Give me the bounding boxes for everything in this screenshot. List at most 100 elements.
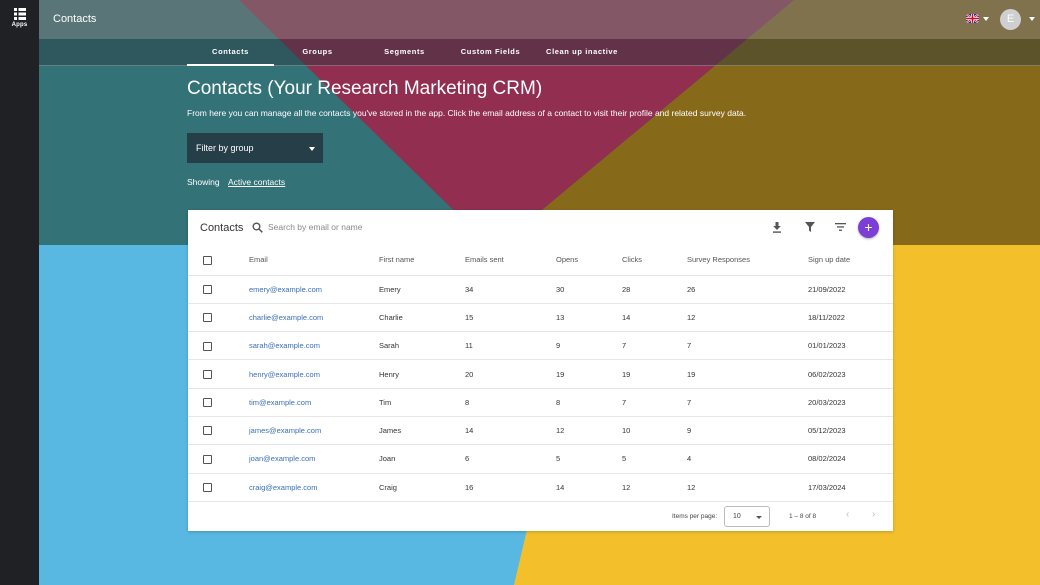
column-sign-up-date[interactable]: Sign up date [808,245,893,276]
clicks-cell: 5 [622,444,687,474]
items-per-page-select[interactable]: 10 [724,506,770,527]
apps-label: Apps [11,22,28,28]
survey-responses-cell: 9 [687,416,808,446]
app-title: Contacts [53,13,97,25]
emails-sent-cell: 15 [465,303,556,333]
contact-email-link[interactable]: james@example.com [249,426,321,435]
table-row[interactable]: henry@example.com Henry 20 19 19 19 06/02/2023 [188,359,893,389]
row-checkbox[interactable] [203,454,212,464]
tab-contacts[interactable]: Contacts [187,39,274,66]
survey-responses-cell: 26 [687,275,808,304]
emails-sent-cell: 34 [465,275,556,304]
tab-bar: Contacts Groups Segments Custom Fields C… [39,39,1040,66]
survey-responses-cell: 12 [687,303,808,333]
opens-cell: 8 [556,388,622,417]
email-cell: tim@example.com [249,388,379,417]
clicks-cell: 7 [622,388,687,417]
clicks-cell: 7 [622,331,687,361]
items-per-page-label: Items per page: [672,513,718,520]
survey-responses-cell: 7 [687,331,808,361]
filter-by-group-select[interactable]: Filter by group [187,133,323,163]
previous-page-icon[interactable]: ‹ [846,509,849,520]
table-row[interactable]: james@example.com James 14 12 10 9 05/12/2023 [188,416,893,446]
search-input[interactable] [268,220,418,234]
showing-status: Showing Active contacts [187,177,285,187]
download-icon[interactable] [772,222,782,233]
tab-custom-fields[interactable]: Custom Fields [447,39,534,66]
tab-segments[interactable]: Segments [361,39,448,66]
contact-email-link[interactable]: sarah@example.com [249,341,320,350]
contact-email-link[interactable]: tim@example.com [249,398,311,407]
left-rail: Apps [0,0,39,585]
contacts-table: Email First name Emails sent Opens Click… [188,245,893,502]
uk-flag-icon[interactable] [966,14,979,23]
table-row[interactable]: sarah@example.com Sarah 11 9 7 7 01/01/2023 [188,331,893,361]
first-name-cell: Tim [379,388,465,417]
contact-email-link[interactable]: craig@example.com [249,483,317,492]
add-contact-button[interactable]: + [858,217,879,238]
row-checkbox[interactable] [203,369,212,379]
sign-up-date-cell: 21/09/2022 [808,275,893,304]
row-checkbox-cell [188,416,249,446]
contact-email-link[interactable]: emery@example.com [249,285,322,294]
filter-label: Filter by group [196,143,254,153]
row-checkbox[interactable] [203,398,212,408]
clicks-cell: 28 [622,275,687,304]
tab-groups[interactable]: Groups [274,39,361,66]
column-survey-responses[interactable]: Survey Responses [687,245,808,276]
contact-email-link[interactable]: henry@example.com [249,370,320,379]
page-range-label: 1 – 8 of 8 [789,513,817,520]
column-clicks[interactable]: Clicks [622,245,687,276]
tab-clean-up-inactive[interactable]: Clean up inactive [533,39,631,66]
row-checkbox[interactable] [203,313,212,323]
language-caret-icon[interactable] [983,17,989,21]
column-emails-sent[interactable]: Emails sent [465,245,556,276]
clicks-cell: 14 [622,303,687,333]
survey-responses-cell: 19 [687,359,808,389]
clicks-cell: 19 [622,359,687,389]
user-avatar[interactable]: E [1000,9,1021,30]
table-header-row: Email First name Emails sent Opens Click… [188,245,893,276]
apps-button[interactable]: Apps [0,8,39,28]
column-opens[interactable]: Opens [556,245,622,276]
table-row[interactable]: charlie@example.com Charlie 15 13 14 12 18/11/… [188,303,893,333]
row-checkbox-cell [188,473,249,502]
next-page-icon[interactable]: › [872,509,875,520]
row-checkbox-cell [188,303,249,333]
sign-up-date-cell: 18/11/2022 [808,303,893,333]
account-caret-icon[interactable] [1029,17,1035,21]
opens-cell: 5 [556,444,622,474]
column-email[interactable]: Email [249,245,379,276]
emails-sent-cell: 6 [465,444,556,474]
apps-grid-icon [13,8,26,20]
active-contacts-link[interactable]: Active contacts [228,177,285,187]
filter-icon[interactable] [805,222,815,232]
top-bar: Contacts E [39,0,1040,39]
email-cell: sarah@example.com [249,331,379,361]
emails-sent-cell: 16 [465,473,556,502]
first-name-cell: James [379,416,465,446]
row-checkbox[interactable] [203,482,212,492]
first-name-cell: Emery [379,275,465,304]
table-row[interactable]: craig@example.com Craig 16 14 12 12 17/03/2024 [188,473,893,502]
table-row[interactable]: joan@example.com Joan 6 5 5 4 08/02/2024 [188,444,893,474]
contacts-card: Contacts + Email First name Emails sent … [188,210,893,531]
sort-icon[interactable] [835,223,846,231]
sign-up-date-cell: 17/03/2024 [808,473,893,502]
table-row[interactable]: tim@example.com Tim 8 8 7 7 20/03/2023 [188,388,893,417]
row-checkbox[interactable] [203,341,212,351]
table-row[interactable]: emery@example.com Emery 34 30 28 26 21/09/2022 [188,275,893,304]
row-checkbox[interactable] [203,284,212,294]
contact-email-link[interactable]: joan@example.com [249,454,315,463]
opens-cell: 30 [556,275,622,304]
column-first-name[interactable]: First name [379,245,465,276]
select-all-checkbox[interactable] [203,255,212,265]
card-title: Contacts [200,222,244,234]
first-name-cell: Charlie [379,303,465,333]
contact-email-link[interactable]: charlie@example.com [249,313,323,322]
row-checkbox[interactable] [203,426,212,436]
survey-responses-cell: 12 [687,473,808,502]
showing-label: Showing [187,177,220,187]
sign-up-date-cell: 01/01/2023 [808,331,893,361]
emails-sent-cell: 11 [465,331,556,361]
